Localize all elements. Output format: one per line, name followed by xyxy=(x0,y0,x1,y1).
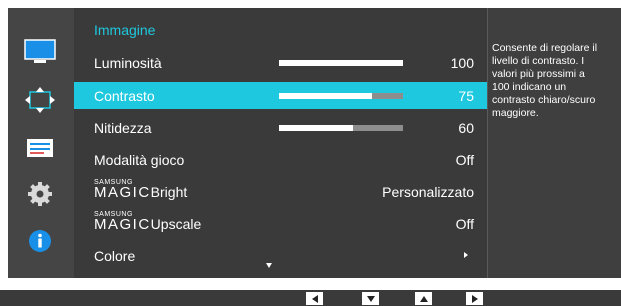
magic-logo: SAMSUNG MAGIC xyxy=(94,211,151,233)
slider-track[interactable] xyxy=(279,93,403,99)
slider-track[interactable] xyxy=(279,125,403,131)
system-settings-icon[interactable] xyxy=(22,134,58,162)
samsung-wordmark: SAMSUNG xyxy=(94,179,133,186)
slider-fill xyxy=(279,60,403,66)
submenu-arrow-icon xyxy=(464,252,468,258)
menu-title: Immagine xyxy=(94,22,156,38)
help-line: livello di contrasto. I xyxy=(492,55,585,67)
magic-wordmark: MAGIC xyxy=(94,184,151,201)
slider-fill xyxy=(279,125,354,131)
sidebar xyxy=(8,8,74,278)
left-arrow-icon[interactable] xyxy=(306,292,323,305)
up-arrow-icon[interactable] xyxy=(415,292,432,305)
menu-item-label: Modalità gioco xyxy=(94,152,185,168)
menu-item-value: 75 xyxy=(458,88,474,104)
screen-position-icon[interactable] xyxy=(22,86,58,114)
menu-panel: Immagine Luminosità 100 Contrasto 75 Nit… xyxy=(74,8,488,278)
menu-item-label: SAMSUNG MAGIC Bright xyxy=(94,179,188,201)
menu-item-label-text: Bright xyxy=(150,184,188,200)
magic-wordmark: MAGIC xyxy=(94,216,151,233)
menu-item-label: Colore xyxy=(94,248,136,264)
menu-item-modalita-gioco[interactable]: Modalità gioco Off xyxy=(74,146,487,173)
menu-item-nitidezza[interactable]: Nitidezza 60 xyxy=(74,114,487,141)
menu-item-value: 100 xyxy=(450,55,474,71)
picture-icon[interactable] xyxy=(22,38,58,66)
menu-item-label: Luminosità xyxy=(94,55,162,71)
navigation-bar xyxy=(0,290,621,306)
scroll-down-icon[interactable] xyxy=(266,263,272,268)
menu-item-magic-upscale[interactable]: SAMSUNG MAGIC Upscale Off xyxy=(74,210,487,237)
help-line: Consente di regolare il xyxy=(492,42,598,54)
menu-item-contrasto[interactable]: Contrasto 75 xyxy=(74,82,487,109)
menu-item-label: SAMSUNG MAGIC Upscale xyxy=(94,211,202,233)
slider-fill xyxy=(279,93,372,99)
gear-icon[interactable] xyxy=(22,180,58,208)
info-icon[interactable] xyxy=(22,227,58,255)
help-text: Consente di regolare il livello di contr… xyxy=(492,42,621,120)
help-line: 100 indicano un xyxy=(492,81,567,93)
help-line: maggiore. xyxy=(492,107,539,119)
menu-item-luminosita[interactable]: Luminosità 100 xyxy=(74,49,487,76)
slider-track[interactable] xyxy=(279,60,403,66)
help-line: contrasto chiaro/scuro xyxy=(492,94,596,106)
samsung-wordmark: SAMSUNG xyxy=(94,211,133,218)
magic-logo: SAMSUNG MAGIC xyxy=(94,179,151,201)
menu-item-value: Off xyxy=(455,152,474,168)
menu-item-value: 60 xyxy=(458,120,474,136)
down-arrow-icon[interactable] xyxy=(362,292,379,305)
help-line: valori più prossimi a xyxy=(492,68,585,80)
menu-item-label-text: Upscale xyxy=(150,216,202,232)
menu-item-colore[interactable]: Colore xyxy=(74,242,487,269)
menu-item-label: Contrasto xyxy=(94,88,155,104)
menu-item-value: Personalizzato xyxy=(382,184,474,200)
right-arrow-icon[interactable] xyxy=(466,292,483,305)
menu-item-label: Nitidezza xyxy=(94,120,152,136)
menu-item-magic-bright[interactable]: SAMSUNG MAGIC Bright Personalizzato xyxy=(74,178,487,205)
osd-menu: Immagine Luminosità 100 Contrasto 75 Nit… xyxy=(8,8,621,278)
menu-item-value: Off xyxy=(455,216,474,232)
